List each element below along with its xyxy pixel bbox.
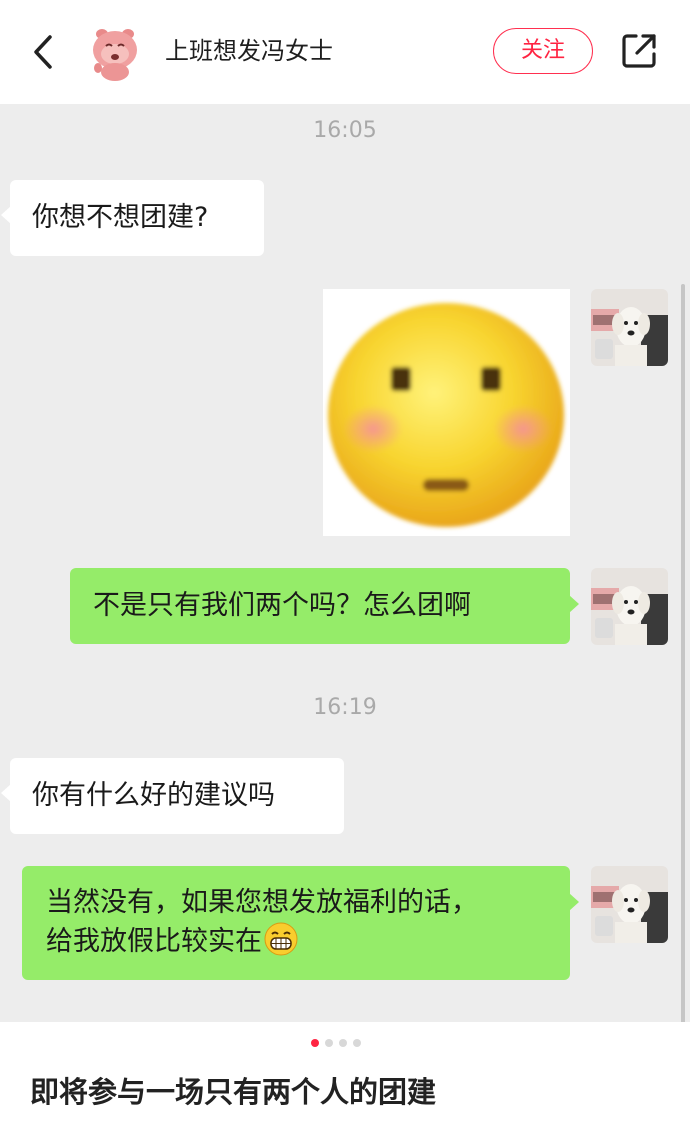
blushing-face-sticker [323,289,570,536]
image-page-indicator[interactable] [311,1039,361,1049]
sticker-message[interactable] [323,289,570,536]
note-title: 即将参与一场只有两个人的团建 [30,1075,437,1109]
message-line-with-emoji: 给我放假比较实在 [46,922,570,961]
back-button[interactable] [26,28,62,76]
page-dot[interactable] [311,1039,319,1047]
chat-timestamp: 16:05 [313,118,377,143]
message-line: 当然没有，如果您想发放福利的话， [46,887,478,918]
header-bar: 上班想发冯女士 关注 [0,0,690,104]
message-bubble-incoming: 你有什么好的建议吗 [1,758,344,834]
note-detail-page: 上班想发冯女士 关注 16:05 你想不想团建? 不是只有我们两个吗？怎么团啊 … [0,0,690,1123]
share-button[interactable] [620,32,658,70]
white-dog-avatar-icon [591,289,668,366]
pink-creature-avatar-icon [84,20,146,82]
author-avatar[interactable] [84,20,146,82]
message-line: 给我放假比较实在 [46,926,262,957]
page-dot[interactable] [353,1039,361,1047]
my-avatar[interactable] [591,289,668,366]
page-dot[interactable] [339,1039,347,1047]
message-bubble-outgoing: 当然没有，如果您想发放福利的话， 给我放假比较实在 [22,866,579,980]
note-caption-area: 即将参与一场只有两个人的团建 [0,1022,690,1123]
chat-timestamp: 16:19 [313,695,377,720]
white-dog-avatar-icon [591,866,668,943]
chat-screenshot: 16:05 你想不想团建? 不是只有我们两个吗？怎么团啊 16:19 你有什么好… [0,104,690,1022]
white-dog-avatar-icon [591,568,668,645]
page-dot[interactable] [325,1039,333,1047]
chevron-left-icon [34,35,52,69]
my-avatar[interactable] [591,866,668,943]
follow-button[interactable]: 关注 [493,28,593,74]
author-name[interactable]: 上班想发冯女士 [165,33,333,69]
share-out-icon [622,34,656,68]
message-bubble-outgoing: 不是只有我们两个吗？怎么团啊 [70,568,579,644]
grin-emoji-icon [264,922,298,956]
my-avatar[interactable] [591,568,668,645]
scrollbar[interactable] [681,284,685,1022]
message-bubble-incoming: 你想不想团建? [1,180,264,256]
